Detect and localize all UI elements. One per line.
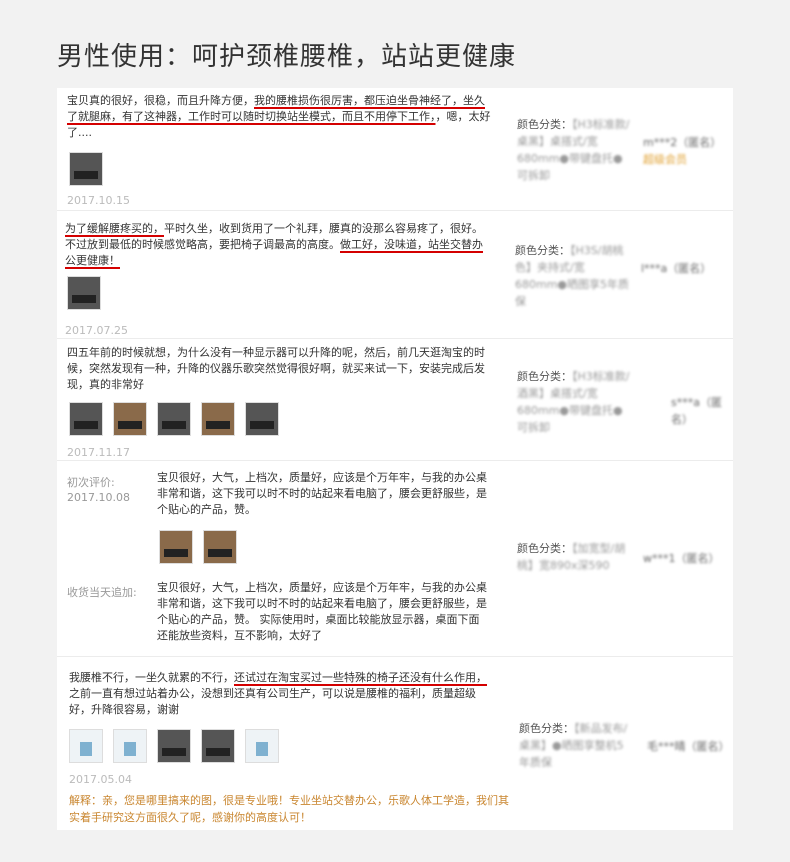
review-photo[interactable] [245, 402, 279, 436]
review-item: 宝贝真的很好，很稳，而且升降方便，我的腰椎损伤很厉害，都压迫坐骨神经了，坐久了就… [57, 88, 733, 211]
review-photo[interactable] [201, 402, 235, 436]
review-date: 2017.05.04 [69, 773, 132, 786]
review-item: 四五年前的时候就想，为什么没有一种显示器可以升降的呢，然后，前几天逛淘宝的时候，… [57, 338, 733, 461]
review-date: 2017.07.25 [65, 324, 128, 337]
review-photos [69, 152, 103, 186]
review-date: 2017.10.15 [67, 194, 130, 207]
review-text-plain: 宝贝真的很好，很稳，而且升降方便， [67, 94, 254, 107]
review-photo[interactable] [69, 729, 103, 763]
review-text: 四五年前的时候就想，为什么没有一种显示器可以升降的呢，然后，前几天逛淘宝的时候，… [67, 346, 485, 391]
review-item: 初次评价: 2017.10.08 宝贝很好，大气，上档次，质量好，应该是个万年牢… [57, 460, 733, 657]
review-text-plain: 我腰椎不行，一坐久就累的不行， [69, 671, 234, 684]
reviewer-name: w***1（匿名） [643, 552, 720, 565]
sku-info: 颜色分类：【H3标准款/酒黑】桌搭式/宽680mm●带键盘托●可拆卸 [517, 370, 630, 434]
vip-badge: 超级会员 [643, 153, 687, 166]
review-photo[interactable] [69, 152, 103, 186]
review-photo[interactable] [157, 402, 191, 436]
sku-info: 颜色分类：【H3标准款/桌黑】桌搭式/宽680mm●带键盘托●可拆卸 [517, 118, 630, 182]
review-photo[interactable] [159, 530, 193, 564]
review-photo[interactable] [113, 729, 147, 763]
review-text: 为了缓解腰疼买的，平时久坐，收到货用了一个礼拜，腰真的没那么容易疼了，很好。不过… [65, 221, 485, 269]
review-text-tail: 之前一直有想过站着办公，没想到还真有公司生产，可以说是腰椎的福利，质量超级好，升… [69, 687, 476, 716]
reviewer-name: m***2（匿名） 超级会员 [643, 136, 722, 166]
review-photo[interactable] [67, 276, 101, 310]
review-item: 为了缓解腰疼买的，平时久坐，收到货用了一个礼拜，腰真的没那么容易疼了，很好。不过… [57, 210, 733, 339]
reviewer-name: l***a（匿名） [641, 262, 712, 275]
review-photo[interactable] [245, 729, 279, 763]
reviewer-name: 毛***晴（匿名） [647, 740, 730, 753]
review-list: 宝贝真的很好，很稳，而且升降方便，我的腰椎损伤很厉害，都压迫坐骨神经了，坐久了就… [57, 88, 733, 830]
review-photo[interactable] [157, 729, 191, 763]
append-review-text: 宝贝很好，大气，上档次，质量好，应该是个万年牢，与我的办公桌非常和谐，这下我可以… [157, 581, 487, 642]
first-review-label: 初次评价: [67, 476, 115, 489]
sku-info: 颜色分类：【加宽型/胡桃】宽890x深590 [517, 542, 626, 572]
sku-info: 颜色分类：【H3S/胡桃色】夹持式/宽680mm●晒图享5年质保 [515, 244, 630, 308]
review-text: 我腰椎不行，一坐久就累的不行，还试过在淘宝买过一些特殊的椅子还没有什么作用， 之前… [69, 670, 494, 718]
review-photo[interactable] [201, 729, 235, 763]
review-text: 宝贝真的很好，很稳，而且升降方便，我的腰椎损伤很厉害，都压迫坐骨神经了，坐久了就… [67, 93, 492, 141]
review-text-highlight: 还试过在淘宝买过一些特殊的椅子还没有什么作用， [234, 671, 487, 684]
review-photos [69, 729, 279, 763]
first-review-text: 宝贝很好，大气，上档次，质量好，应该是个万年牢，与我的办公桌非常和谐，这下我可以… [157, 471, 487, 516]
review-photos [69, 402, 279, 436]
page-title: 男性使用：呵护颈椎腰椎，站站更健康 [57, 42, 517, 72]
review-date: 2017.11.17 [67, 446, 130, 459]
append-review-label: 收货当天追加: [67, 586, 137, 599]
seller-reply: 解释：亲，您是哪里搞来的图，很是专业哦！专业坐站交替办公，乐歌人体工学造，我们其… [69, 794, 509, 824]
reviewer-name: s***a（匿名） [671, 396, 722, 426]
review-photos [159, 530, 237, 564]
review-photo[interactable] [69, 402, 103, 436]
sku-info: 颜色分类：【新品发布/桌黑】●晒图享整机5年质保 [519, 722, 628, 769]
first-review-date: 2017.10.08 [67, 491, 130, 504]
review-photos [67, 276, 101, 310]
review-photo[interactable] [113, 402, 147, 436]
review-text-highlight: 为了缓解腰疼买的， [65, 222, 164, 235]
review-photo[interactable] [203, 530, 237, 564]
